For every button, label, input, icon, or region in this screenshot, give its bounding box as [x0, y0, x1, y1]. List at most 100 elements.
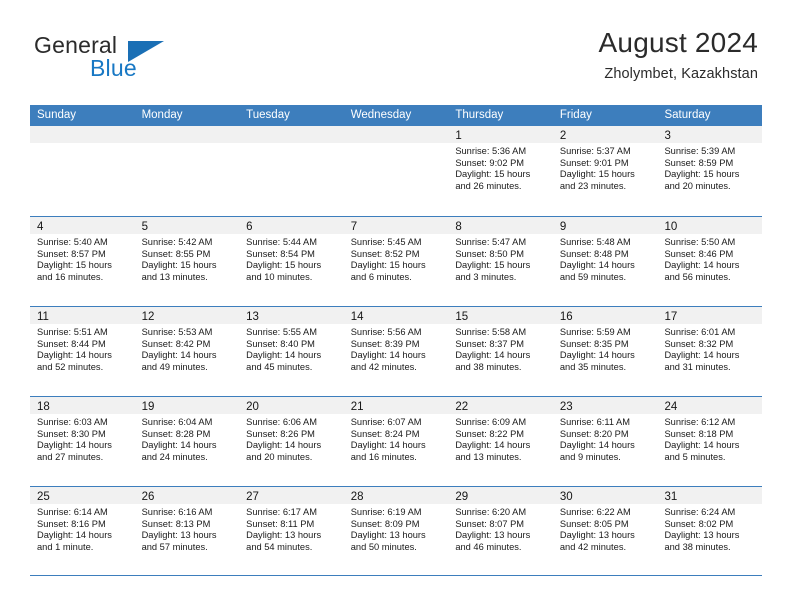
sunset-time: Sunset: 8:44 PM: [37, 338, 106, 349]
sunrise-time: Sunrise: 5:58 AM: [455, 327, 527, 337]
sunrise-time: Sunrise: 5:42 AM: [141, 237, 213, 247]
calendar-day-cell[interactable]: 19 Sunrise: 6:04 AM Sunset: 8:28 PM Dayligh…: [134, 397, 240, 486]
daylight-duration-line1: Daylight: 15 hours: [559, 169, 635, 180]
daylight-duration-line2: and 35 minutes.: [559, 361, 627, 372]
calendar-day-cell[interactable]: 22 Sunrise: 6:09 AM Sunset: 8:22 PM Dayligh…: [448, 397, 553, 486]
day-number-bar: 21: [343, 397, 449, 414]
calendar-day-cell[interactable]: 14 Sunrise: 5:56 AM Sunset: 8:39 PM Dayligh…: [343, 307, 449, 396]
calendar-day-cell[interactable]: 16 Sunrise: 5:59 AM Sunset: 8:35 PM Dayligh…: [552, 307, 658, 396]
calendar-day-cell[interactable]: 7 Sunrise: 5:45 AM Sunset: 8:52 PM Daylight…: [343, 217, 449, 306]
calendar-day-cell[interactable]: 10 Sunrise: 5:50 AM Sunset: 8:46 PM Dayligh…: [657, 217, 763, 306]
sunrise-time: Sunrise: 6:04 AM: [141, 417, 213, 427]
calendar-day-cell-empty: [134, 126, 240, 216]
daylight-duration-line2: and 16 minutes.: [37, 271, 104, 282]
sunset-time: Sunset: 8:54 PM: [246, 248, 315, 259]
daylight-duration-line2: and 20 minutes.: [246, 451, 313, 462]
day-number: 24: [664, 401, 678, 413]
sunrise-time: Sunrise: 5:45 AM: [350, 237, 422, 247]
day-details: Sunrise: 5:59 AM Sunset: 8:35 PM Daylight:…: [553, 324, 658, 373]
daylight-duration-line1: Daylight: 14 hours: [559, 260, 635, 271]
calendar-day-cell[interactable]: 3 Sunrise: 5:39 AM Sunset: 8:59 PM Daylight…: [657, 126, 763, 216]
calendar-day-cell[interactable]: 6 Sunrise: 5:44 AM Sunset: 8:54 PM Daylight…: [239, 217, 344, 306]
day-number-bar: 22: [448, 397, 553, 414]
calendar-day-cell[interactable]: 28 Sunrise: 6:19 AM Sunset: 8:09 PM Dayligh…: [343, 487, 449, 575]
page-title: August 2024: [598, 27, 758, 58]
daylight-duration-line1: Daylight: 13 hours: [141, 530, 217, 541]
logo-text-blue: Blue: [90, 55, 137, 81]
sunrise-time: Sunrise: 6:17 AM: [246, 507, 317, 517]
day-details: Sunrise: 6:17 AM Sunset: 8:11 PM Daylight:…: [239, 504, 344, 553]
calendar-day-cell[interactable]: 17 Sunrise: 6:01 AM Sunset: 8:32 PM Dayligh…: [657, 307, 763, 396]
calendar-day-cell[interactable]: 24 Sunrise: 6:12 AM Sunset: 8:18 PM Dayligh…: [657, 397, 763, 486]
calendar-day-cell[interactable]: 29 Sunrise: 6:20 AM Sunset: 8:07 PM Dayligh…: [448, 487, 553, 575]
daylight-duration-line2: and 42 minutes.: [559, 541, 627, 552]
daylight-duration-line1: Daylight: 15 hours: [37, 260, 112, 271]
calendar-grid: Sunday Monday Tuesday Wednesday Thursday Frid…: [30, 105, 763, 576]
day-number: 22: [455, 401, 469, 413]
calendar-day-cell[interactable]: 8 Sunrise: 5:47 AM Sunset: 8:50 PM Daylight…: [448, 217, 553, 306]
calendar-day-cell[interactable]: 26 Sunrise: 6:16 AM Sunset: 8:13 PM Dayligh…: [134, 487, 240, 575]
sunset-time: Sunset: 9:02 PM: [455, 157, 525, 168]
calendar-day-cell[interactable]: 23 Sunrise: 6:11 AM Sunset: 8:20 PM Dayligh…: [552, 397, 658, 486]
generalblue-logo[interactable]: General Blue: [34, 32, 244, 84]
daylight-duration-line1: Daylight: 14 hours: [455, 350, 531, 361]
day-number-bar: 1: [448, 126, 553, 143]
day-number: 25: [37, 491, 50, 503]
sunset-time: Sunset: 8:07 PM: [455, 518, 525, 529]
sunrise-time: Sunrise: 5:48 AM: [559, 237, 631, 247]
calendar-day-cell[interactable]: 30 Sunrise: 6:22 AM Sunset: 8:05 PM Dayligh…: [552, 487, 658, 575]
calendar-day-cell-empty: [239, 126, 344, 216]
calendar-day-cell[interactable]: 2 Sunrise: 5:37 AM Sunset: 9:01 PM Daylight…: [552, 126, 658, 216]
calendar-day-cell[interactable]: 25 Sunrise: 6:14 AM Sunset: 8:16 PM Dayligh…: [30, 487, 135, 575]
day-details: Sunrise: 5:47 AM Sunset: 8:50 PM Daylight:…: [448, 234, 553, 283]
sunset-time: Sunset: 8:05 PM: [559, 518, 629, 529]
day-details: Sunrise: 5:44 AM Sunset: 8:54 PM Daylight:…: [239, 234, 344, 283]
daylight-duration-line1: Daylight: 15 hours: [455, 260, 531, 271]
calendar-day-cell[interactable]: 13 Sunrise: 5:55 AM Sunset: 8:40 PM Dayligh…: [239, 307, 344, 396]
daylight-duration-line1: Daylight: 13 hours: [559, 530, 635, 541]
daylight-duration-line2: and 49 minutes.: [141, 361, 208, 372]
calendar-day-cell[interactable]: 15 Sunrise: 5:58 AM Sunset: 8:37 PM Dayligh…: [448, 307, 553, 396]
day-of-week-header-friday: Friday: [559, 109, 592, 121]
daylight-duration-line2: and 24 minutes.: [141, 451, 208, 462]
day-number-bar: 10: [657, 217, 763, 234]
daylight-duration-line2: and 38 minutes.: [664, 541, 731, 552]
calendar-day-cell[interactable]: 20 Sunrise: 6:06 AM Sunset: 8:26 PM Dayligh…: [239, 397, 344, 486]
sunrise-time: Sunrise: 6:19 AM: [350, 507, 422, 517]
day-number-bar: 12: [134, 307, 240, 324]
title-block: August 2024 Zholymbet, Kazakhstan: [599, 26, 758, 84]
calendar-day-cell[interactable]: 11 Sunrise: 5:51 AM Sunset: 8:44 PM Dayligh…: [30, 307, 135, 396]
day-of-week-header-thursday: Thursday: [455, 109, 504, 121]
day-number: 18: [37, 401, 50, 413]
day-number-bar: 14: [343, 307, 449, 324]
daylight-duration-line1: Daylight: 13 hours: [455, 530, 531, 541]
calendar-weeks: 1 Sunrise: 5:36 AM Sunset: 9:02 PM Daylight…: [30, 126, 763, 576]
sunset-time: Sunset: 8:59 PM: [664, 157, 734, 168]
day-details: Sunrise: 5:48 AM Sunset: 8:48 PM Daylight:…: [553, 234, 658, 283]
sunset-time: Sunset: 8:57 PM: [37, 248, 106, 259]
calendar-day-cell[interactable]: 4 Sunrise: 5:40 AM Sunset: 8:57 PM Daylight…: [30, 217, 135, 306]
calendar-day-cell[interactable]: 12 Sunrise: 5:53 AM Sunset: 8:42 PM Dayligh…: [134, 307, 240, 396]
daylight-duration-line2: and 27 minutes.: [37, 451, 104, 462]
calendar-day-cell[interactable]: 18 Sunrise: 6:03 AM Sunset: 8:30 PM Dayligh…: [30, 397, 135, 486]
day-number: 15: [455, 311, 469, 323]
daylight-duration-line1: Daylight: 13 hours: [664, 530, 740, 541]
sunrise-time: Sunrise: 5:37 AM: [559, 146, 631, 156]
calendar-day-cell[interactable]: 31 Sunrise: 6:24 AM Sunset: 8:02 PM Dayligh…: [657, 487, 763, 575]
day-details: Sunrise: 6:11 AM Sunset: 8:20 PM Daylight:…: [553, 414, 658, 463]
calendar-week-row: 25 Sunrise: 6:14 AM Sunset: 8:16 PM Dayligh…: [30, 486, 763, 576]
calendar-day-cell[interactable]: 5 Sunrise: 5:42 AM Sunset: 8:55 PM Daylight…: [134, 217, 240, 306]
day-number-bar: 30: [552, 487, 658, 504]
calendar-day-cell[interactable]: 21 Sunrise: 6:07 AM Sunset: 8:24 PM Dayligh…: [343, 397, 449, 486]
day-number: 19: [141, 401, 155, 413]
day-details: Sunrise: 6:09 AM Sunset: 8:22 PM Daylight:…: [448, 414, 553, 463]
calendar-day-cell[interactable]: 9 Sunrise: 5:48 AM Sunset: 8:48 PM Daylight…: [552, 217, 658, 306]
day-number: 29: [455, 491, 469, 503]
day-number: 2: [559, 130, 567, 142]
day-of-week-header-tuesday: Tuesday: [246, 109, 290, 121]
daylight-duration-line1: Daylight: 14 hours: [141, 350, 217, 361]
calendar-day-cell[interactable]: 27 Sunrise: 6:17 AM Sunset: 8:11 PM Dayligh…: [239, 487, 344, 575]
day-number-bar: 25: [30, 487, 135, 504]
calendar-day-cell[interactable]: 1 Sunrise: 5:36 AM Sunset: 9:02 PM Daylight…: [448, 126, 553, 216]
day-number-bar: 6: [239, 217, 344, 234]
